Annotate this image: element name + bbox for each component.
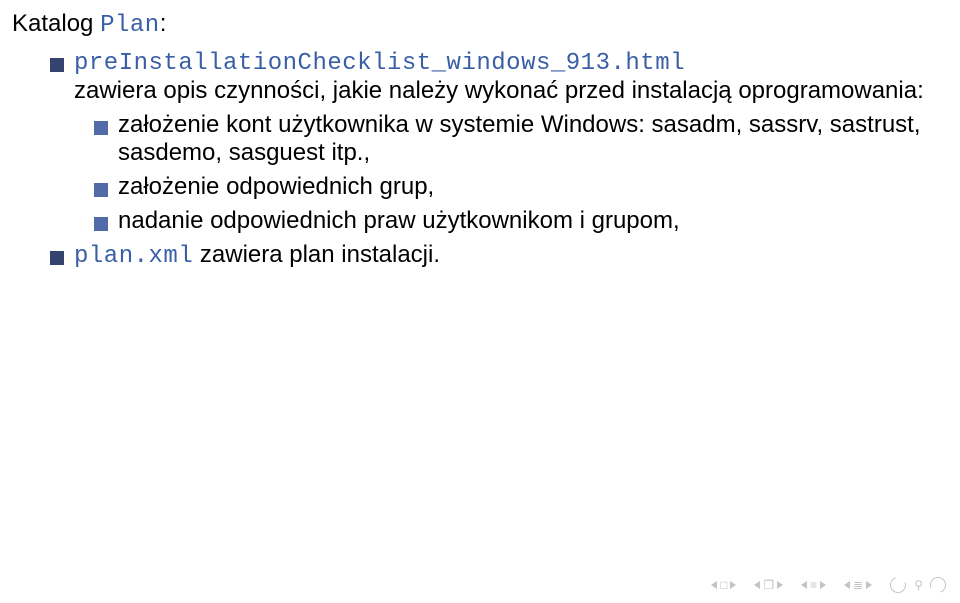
list-item: plan.xml zawiera plan instalacji. (50, 241, 948, 270)
bullet-icon (50, 251, 64, 265)
triangle-left-icon (844, 581, 850, 589)
nav-doc[interactable]: ≣ (844, 578, 872, 592)
heading-mono: Plan (100, 12, 160, 39)
frame-icon: □ (720, 578, 727, 592)
heading: Katalog Plan: (12, 8, 948, 42)
triangle-right-icon (866, 581, 872, 589)
loop-back-icon (888, 574, 909, 595)
triangle-left-icon (801, 581, 807, 589)
triangle-right-icon (777, 581, 783, 589)
doc-icon: ≣ (853, 578, 863, 592)
triangle-right-icon (730, 581, 736, 589)
item-text: założenie odpowiednich grup, (118, 173, 948, 201)
triangle-left-icon (711, 581, 717, 589)
nav-section[interactable]: ≡ (801, 578, 826, 592)
filename: plan.xml (74, 243, 193, 270)
list-item: nadanie odpowiednich praw użytkownikom i… (94, 207, 948, 235)
bullet-icon (94, 183, 108, 197)
list-item: założenie odpowiednich grup, (94, 173, 948, 201)
triangle-left-icon (754, 581, 760, 589)
subsection-icon: ❐ (763, 578, 774, 592)
loop-forward-icon (927, 574, 948, 595)
item-text: zawiera plan instalacji. (193, 241, 440, 268)
bullet-icon (50, 58, 64, 72)
nav-subsection[interactable]: ❐ (754, 578, 783, 592)
item-text: zawiera opis czynności, jakie należy wyk… (74, 77, 924, 104)
bullet-icon (94, 121, 108, 135)
heading-suffix: : (160, 10, 167, 37)
heading-prefix: Katalog (12, 10, 100, 37)
item-text: nadanie odpowiednich praw użytkownikom i… (118, 207, 948, 235)
item-text: założenie kont użytkownika w systemie Wi… (118, 111, 948, 167)
list-item: założenie kont użytkownika w systemie Wi… (94, 111, 948, 167)
beamer-nav: □ ❐ ≡ ≣ ⚲ (711, 577, 946, 593)
triangle-right-icon (820, 581, 826, 589)
search-icon: ⚲ (914, 578, 923, 592)
nav-back-forward[interactable]: ⚲ (890, 577, 946, 593)
bullet-icon (94, 217, 108, 231)
list-item: preInstallationChecklist_windows_913.htm… (50, 48, 948, 105)
filename: preInstallationChecklist_windows_913.htm… (74, 50, 685, 77)
nav-frame[interactable]: □ (711, 578, 736, 592)
section-icon: ≡ (810, 578, 817, 592)
